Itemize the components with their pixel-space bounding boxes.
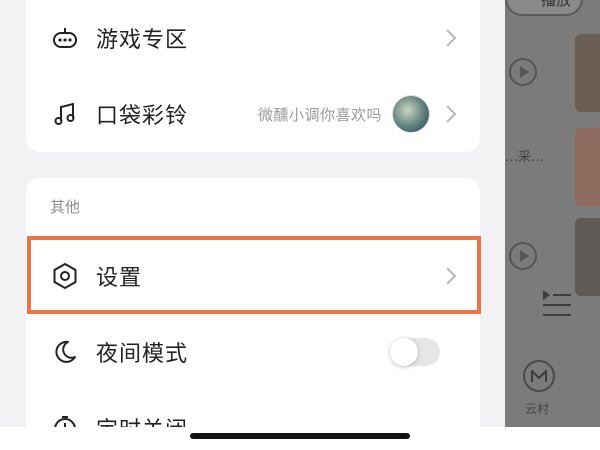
- menu-card-other: 其他 设置 夜间模式: [26, 178, 480, 427]
- song-subtitle-snippet: …采…: [505, 150, 545, 165]
- song-cover-thumbnail: [575, 128, 600, 206]
- song-cover-thumbnail: [575, 34, 600, 112]
- menu-card-features: 游戏专区 口袋彩铃 微醺小调你喜欢吗: [26, 0, 480, 152]
- play-button-label: 播放: [541, 0, 571, 10]
- menu-item-label: 定时关闭: [96, 412, 188, 427]
- menu-item-label: 口袋彩铃: [96, 104, 189, 129]
- yuncun-tab-label: 云村: [525, 402, 550, 416]
- section-title: 其他: [50, 198, 81, 216]
- gamepad-icon: [50, 23, 80, 53]
- menu-item-label: 游戏专区: [96, 28, 189, 53]
- song-cover-thumbnail: [575, 218, 600, 296]
- menu-item-label: 夜间模式: [96, 342, 189, 367]
- chevron-right-icon: [444, 104, 458, 124]
- menu-item-label: 设置: [96, 266, 143, 291]
- menu-item-night-mode[interactable]: 夜间模式: [26, 314, 480, 390]
- playlist-icon: [541, 288, 573, 318]
- ringtone-subtitle: 微醺小调你喜欢吗: [257, 105, 382, 124]
- ringtone-cover-avatar: [392, 95, 430, 133]
- play-all-button: 播放: [505, 0, 583, 16]
- night-mode-toggle[interactable]: [390, 338, 440, 366]
- home-indicator[interactable]: [190, 433, 410, 439]
- menu-item-sleep-timer[interactable]: 定时关闭: [26, 390, 480, 427]
- play-circle-icon: [509, 58, 537, 86]
- side-drawer: 游戏专区 口袋彩铃 微醺小调你喜欢吗 其他 设置 夜间模式: [0, 0, 505, 427]
- menu-item-pocket-ringtone[interactable]: 口袋彩铃 微醺小调你喜欢吗: [26, 76, 480, 152]
- menu-item-settings[interactable]: 设置: [26, 238, 480, 314]
- menu-item-game-zone[interactable]: 游戏专区: [26, 0, 480, 76]
- play-circle-icon: [509, 242, 537, 270]
- music-note-icon: [50, 99, 80, 129]
- chevron-right-icon: [444, 28, 458, 48]
- timer-icon: [50, 413, 80, 427]
- chevron-right-icon: [444, 266, 458, 286]
- moon-icon: [50, 337, 80, 367]
- yuncun-tab-icon: [523, 360, 555, 392]
- settings-hexagon-icon: [50, 261, 80, 291]
- background-page-dimmed[interactable]: 播放 …采… 云村: [505, 0, 600, 427]
- toggle-knob: [390, 338, 418, 366]
